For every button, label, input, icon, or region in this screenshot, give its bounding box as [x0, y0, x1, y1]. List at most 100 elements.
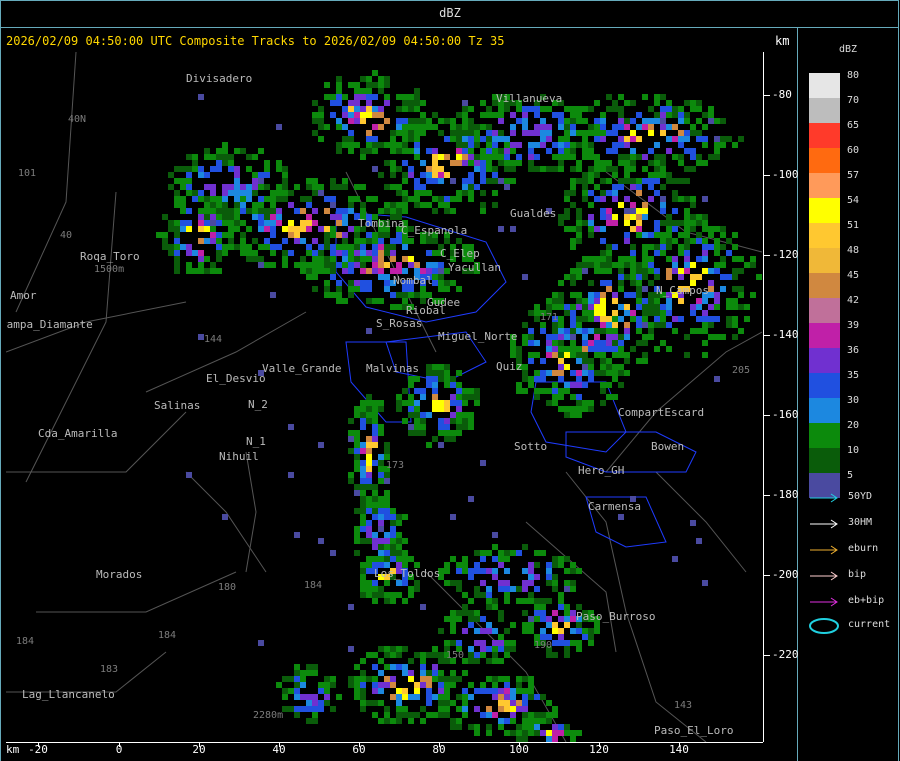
- reflectivity-pixel: [654, 250, 660, 256]
- reflectivity-pixel: [534, 586, 540, 592]
- reflectivity-pixel: [216, 196, 222, 202]
- reflectivity-pixel: [306, 718, 312, 724]
- reflectivity-pixel: [252, 178, 258, 184]
- reflectivity-pixel: [678, 244, 684, 250]
- reflectivity-pixel: [732, 304, 738, 310]
- reflectivity-pixel: [522, 628, 528, 634]
- place-label: N_Campos: [656, 284, 709, 297]
- reflectivity-pixel: [612, 376, 618, 382]
- reflectivity-pixel: [480, 550, 486, 556]
- reflectivity-pixel: [588, 364, 594, 370]
- reflectivity-pixel: [462, 112, 468, 118]
- reflectivity-pixel: [390, 256, 396, 262]
- reflectivity-pixel: [264, 184, 270, 190]
- reflectivity-pixel: [384, 712, 390, 718]
- reflectivity-pixel: [252, 208, 258, 214]
- reflectivity-pixel: [312, 208, 318, 214]
- reflectivity-pixel: [348, 226, 354, 232]
- reflectivity-pixel: [486, 712, 492, 718]
- reflectivity-pixel: [672, 196, 678, 202]
- reflectivity-pixel: [330, 262, 336, 268]
- reflectivity-pixel: [588, 232, 594, 238]
- reflectivity-pixel: [570, 226, 576, 232]
- reflectivity-pixel: [420, 706, 426, 712]
- reflectivity-pixel: [444, 706, 450, 712]
- reflectivity-pixel: [354, 100, 360, 106]
- reflectivity-pixel: [468, 118, 474, 124]
- reflectivity-pixel: [654, 112, 660, 118]
- reflectivity-pixel: [684, 208, 690, 214]
- reflectivity-pixel: [402, 118, 408, 124]
- reflectivity-pixel: [276, 208, 282, 214]
- reflectivity-pixel: [714, 238, 720, 244]
- reflectivity-pixel: [486, 142, 492, 148]
- reflectivity-pixel: [546, 370, 552, 376]
- reflectivity-pixel: [630, 268, 636, 274]
- reflectivity-pixel: [378, 256, 384, 262]
- place-label: Tombina: [358, 217, 405, 230]
- reflectivity-pixel: [252, 190, 258, 196]
- reflectivity-pixel: [708, 112, 714, 118]
- reflectivity-pixel: [354, 448, 360, 454]
- composite-header: 2026/02/09 04:50:00 UTC Composite Tracks…: [6, 34, 505, 48]
- reflectivity-pixel: [522, 598, 528, 604]
- reflectivity-pixel: [402, 238, 408, 244]
- reflectivity-pixel: [714, 148, 720, 154]
- reflectivity-pixel: [606, 316, 612, 322]
- reflectivity-pixel: [462, 418, 468, 424]
- reflectivity-pixel: [468, 142, 474, 148]
- reflectivity-pixel: [462, 424, 468, 430]
- reflectivity-pixel: [516, 160, 522, 166]
- reflectivity-pixel: [264, 214, 270, 220]
- reflectivity-pixel: [558, 214, 564, 220]
- reflectivity-pixel: [672, 328, 678, 334]
- reflectivity-pixel: [414, 586, 420, 592]
- reflectivity-pixel: [426, 148, 432, 154]
- reflectivity-pixel: [396, 652, 402, 658]
- reflectivity-pixel: [168, 172, 174, 178]
- reflectivity-pixel: [582, 142, 588, 148]
- reflectivity-pixel: [528, 676, 534, 682]
- reflectivity-pixel: [666, 220, 672, 226]
- reflectivity-pixel: [606, 340, 612, 346]
- reflectivity-pixel: [390, 532, 396, 538]
- reflectivity-pixel: [714, 304, 720, 310]
- reflectivity-pixel: [270, 226, 276, 232]
- reflectivity-pixel: [402, 106, 408, 112]
- reflectivity-pixel: [462, 118, 468, 124]
- reflectivity-pixel: [438, 196, 444, 202]
- reflectivity-pixel: [396, 538, 402, 544]
- reflectivity-pixel: [384, 94, 390, 100]
- reflectivity-pixel: [732, 286, 738, 292]
- reflectivity-pixel: [630, 250, 636, 256]
- reflectivity-pixel: [438, 424, 444, 430]
- reflectivity-pixel: [372, 244, 378, 250]
- reflectivity-pixel: [354, 196, 360, 202]
- reflectivity-pixel: [312, 700, 318, 706]
- reflectivity-pixel: [372, 532, 378, 538]
- reflectivity-pixel: [546, 712, 552, 718]
- reflectivity-pixel: [504, 580, 510, 586]
- reflectivity-pixel: [498, 154, 504, 160]
- radar-map[interactable]: Divisadero Villanueva Tombina C_Espanola Gua…: [6, 52, 762, 742]
- reflectivity-pixel: [288, 190, 294, 196]
- reflectivity-pixel: [444, 280, 450, 286]
- reflectivity-pixel: [336, 250, 342, 256]
- reflectivity-pixel: [570, 568, 576, 574]
- reflectivity-pixel: [660, 124, 666, 130]
- reflectivity-pixel: [588, 190, 594, 196]
- reflectivity-pixel: [594, 628, 600, 634]
- reflectivity-pixel: [624, 214, 630, 220]
- reflectivity-pixel: [234, 208, 240, 214]
- reflectivity-pixel: [678, 196, 684, 202]
- reflectivity-pixel: [348, 682, 354, 688]
- reflectivity-pixel: [630, 208, 636, 214]
- reflectivity-pixel: [606, 334, 612, 340]
- reflectivity-pixel: [534, 142, 540, 148]
- reflectivity-pixel: [678, 142, 684, 148]
- reflectivity-pixel: [642, 316, 648, 322]
- reflectivity-pixel: [342, 220, 348, 226]
- reflectivity-pixel: [648, 256, 654, 262]
- reflectivity-pixel: [594, 370, 600, 376]
- reflectivity-pixel: [294, 238, 300, 244]
